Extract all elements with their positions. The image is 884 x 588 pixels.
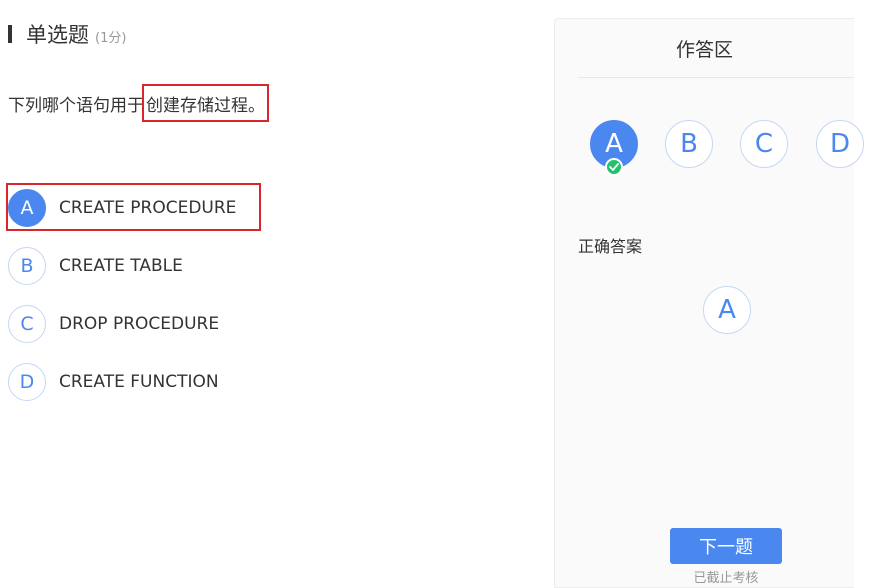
answer-panel: 作答区 A B C D 正确答案 A 下一题 已截止考核 <box>554 18 864 588</box>
question-stem: 下列哪个语句用于 创建存储过程。 <box>8 84 269 122</box>
option-letter-circle[interactable]: D <box>8 363 46 401</box>
option-letter-circle[interactable]: C <box>8 305 46 343</box>
question-header: 单选题 (1分) <box>8 20 126 48</box>
option-letter-circle[interactable]: B <box>8 247 46 285</box>
next-question-button[interactable]: 下一题 <box>670 528 782 564</box>
option-text[interactable]: CREATE PROCEDURE <box>59 198 236 218</box>
option-a[interactable]: A CREATE PROCEDURE <box>8 188 236 228</box>
check-icon <box>605 158 623 176</box>
correct-answer-label: 正确答案 <box>578 237 643 256</box>
answer-d-button[interactable]: D <box>816 120 864 168</box>
option-d[interactable]: D CREATE FUNCTION <box>8 362 219 402</box>
correct-answer-circle: A <box>703 286 751 334</box>
option-letter-circle[interactable]: A <box>8 189 46 227</box>
option-text[interactable]: CREATE TABLE <box>59 256 183 276</box>
deadline-status: 已截止考核 <box>693 571 759 586</box>
answer-b-button[interactable]: B <box>665 120 713 168</box>
question-stem-highlight: 创建存储过程。 <box>142 84 269 122</box>
question-score: (1分) <box>95 31 127 46</box>
option-text[interactable]: CREATE FUNCTION <box>59 372 219 392</box>
question-stem-prefix: 下列哪个语句用于 <box>8 95 144 116</box>
panel-divider <box>578 77 854 78</box>
question-type-label: 单选题 <box>26 23 89 47</box>
header-bar-decoration <box>8 25 12 43</box>
option-text[interactable]: DROP PROCEDURE <box>59 314 219 334</box>
option-c[interactable]: C DROP PROCEDURE <box>8 304 219 344</box>
panel-title: 作答区 <box>675 38 733 61</box>
option-b[interactable]: B CREATE TABLE <box>8 246 183 286</box>
answer-c-button[interactable]: C <box>740 120 788 168</box>
